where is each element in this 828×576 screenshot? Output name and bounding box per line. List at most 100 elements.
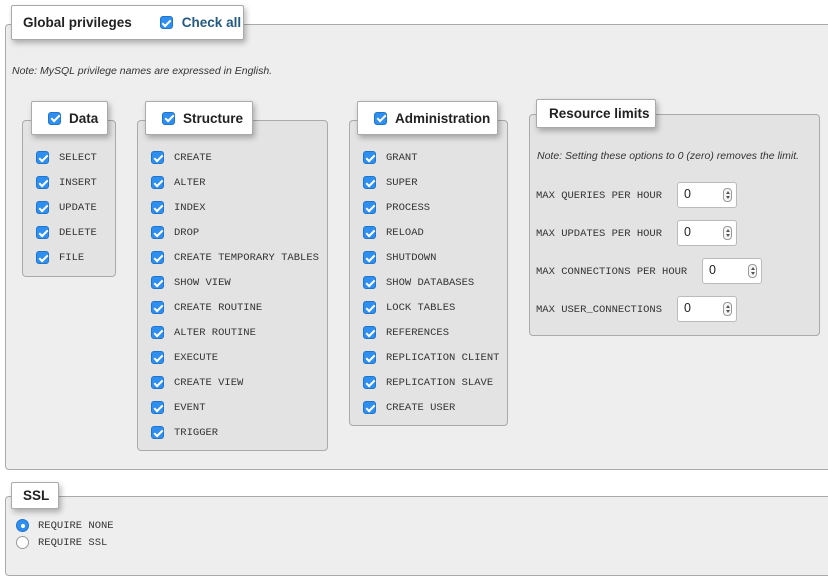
privilege-create-routine[interactable]: CREATE ROUTINE xyxy=(151,301,262,314)
privilege-label[interactable]: PROCESS xyxy=(386,202,430,214)
privilege-label[interactable]: SELECT xyxy=(59,152,97,164)
privilege-shutdown[interactable]: SHUTDOWN xyxy=(363,251,436,264)
privilege-replication-client[interactable]: REPLICATION CLIENT xyxy=(363,351,499,364)
privilege-index[interactable]: INDEX xyxy=(151,201,206,214)
privilege-create-temporary-tables[interactable]: CREATE TEMPORARY TABLES xyxy=(151,251,319,264)
resource-limit-value[interactable]: 0 xyxy=(684,187,691,201)
privilege-checkbox[interactable] xyxy=(36,201,49,214)
privilege-label[interactable]: REPLICATION SLAVE xyxy=(386,377,493,389)
privilege-label[interactable]: ALTER ROUTINE xyxy=(174,327,256,339)
privilege-label[interactable]: UPDATE xyxy=(59,202,97,214)
radio-label[interactable]: REQUIRE NONE xyxy=(38,520,114,532)
privilege-replication-slave[interactable]: REPLICATION SLAVE xyxy=(363,376,493,389)
privilege-checkbox[interactable] xyxy=(363,201,376,214)
privilege-references[interactable]: REFERENCES xyxy=(363,326,449,339)
privilege-checkbox[interactable] xyxy=(363,301,376,314)
privilege-label[interactable]: LOCK TABLES xyxy=(386,302,455,314)
privilege-checkbox[interactable] xyxy=(363,276,376,289)
privilege-label[interactable]: EVENT xyxy=(174,402,206,414)
privilege-grant[interactable]: GRANT xyxy=(363,151,418,164)
privilege-label[interactable]: REFERENCES xyxy=(386,327,449,339)
privilege-checkbox[interactable] xyxy=(36,176,49,189)
privilege-label[interactable]: RELOAD xyxy=(386,227,424,239)
privilege-label[interactable]: EXECUTE xyxy=(174,352,218,364)
privilege-checkbox[interactable] xyxy=(36,226,49,239)
privilege-label[interactable]: GRANT xyxy=(386,152,418,164)
privilege-lock-tables[interactable]: LOCK TABLES xyxy=(363,301,455,314)
privilege-checkbox[interactable] xyxy=(363,176,376,189)
privilege-checkbox[interactable] xyxy=(151,151,164,164)
privilege-alter-routine[interactable]: ALTER ROUTINE xyxy=(151,326,256,339)
radio-label[interactable]: REQUIRE SSL xyxy=(38,537,107,549)
number-spinner-icon[interactable] xyxy=(723,226,732,240)
privilege-event[interactable]: EVENT xyxy=(151,401,206,414)
privilege-checkbox[interactable] xyxy=(363,326,376,339)
privilege-super[interactable]: SUPER xyxy=(363,176,418,189)
administration-group-checkbox[interactable] xyxy=(374,111,387,125)
resource-limit-input-max-user-connections[interactable]: 0 xyxy=(677,296,737,322)
privilege-create-user[interactable]: CREATE USER xyxy=(363,401,455,414)
privilege-show-view[interactable]: SHOW VIEW xyxy=(151,276,231,289)
privilege-label[interactable]: CREATE USER xyxy=(386,402,455,414)
privilege-insert[interactable]: INSERT xyxy=(36,176,97,189)
privilege-checkbox[interactable] xyxy=(151,326,164,339)
check-all-checkbox[interactable] xyxy=(159,16,173,29)
privilege-alter[interactable]: ALTER xyxy=(151,176,206,189)
privilege-checkbox[interactable] xyxy=(151,376,164,389)
data-group-checkbox[interactable] xyxy=(48,111,61,125)
radio-button[interactable] xyxy=(16,519,29,532)
privilege-checkbox[interactable] xyxy=(151,426,164,439)
privilege-checkbox[interactable] xyxy=(363,376,376,389)
privilege-checkbox[interactable] xyxy=(36,251,49,264)
privilege-process[interactable]: PROCESS xyxy=(363,201,430,214)
privilege-update[interactable]: UPDATE xyxy=(36,201,97,214)
privilege-checkbox[interactable] xyxy=(363,151,376,164)
privilege-label[interactable]: FILE xyxy=(59,252,84,264)
privilege-delete[interactable]: DELETE xyxy=(36,226,97,239)
privilege-checkbox[interactable] xyxy=(36,151,49,164)
privilege-execute[interactable]: EXECUTE xyxy=(151,351,218,364)
privilege-checkbox[interactable] xyxy=(151,176,164,189)
privilege-checkbox[interactable] xyxy=(151,201,164,214)
structure-group-checkbox[interactable] xyxy=(162,111,175,125)
privilege-checkbox[interactable] xyxy=(363,351,376,364)
privilege-checkbox[interactable] xyxy=(151,226,164,239)
resource-limit-value[interactable]: 0 xyxy=(684,225,691,239)
privilege-label[interactable]: DROP xyxy=(174,227,199,239)
privilege-show-databases[interactable]: SHOW DATABASES xyxy=(363,276,474,289)
privilege-checkbox[interactable] xyxy=(151,276,164,289)
privilege-label[interactable]: CREATE VIEW xyxy=(174,377,243,389)
radio-button[interactable] xyxy=(16,536,29,549)
privilege-checkbox[interactable] xyxy=(151,401,164,414)
privilege-label[interactable]: SUPER xyxy=(386,177,418,189)
number-spinner-icon[interactable] xyxy=(723,302,732,316)
privilege-create-view[interactable]: CREATE VIEW xyxy=(151,376,243,389)
resource-limit-value[interactable]: 0 xyxy=(684,301,691,315)
privilege-label[interactable]: TRIGGER xyxy=(174,427,218,439)
ssl-option-require-none[interactable]: REQUIRE NONE xyxy=(16,519,114,532)
privilege-label[interactable]: SHOW VIEW xyxy=(174,277,231,289)
privilege-trigger[interactable]: TRIGGER xyxy=(151,426,218,439)
privilege-checkbox[interactable] xyxy=(363,226,376,239)
privilege-label[interactable]: INDEX xyxy=(174,202,206,214)
privilege-label[interactable]: DELETE xyxy=(59,227,97,239)
number-spinner-icon[interactable] xyxy=(723,188,732,202)
resource-limit-input-max-queries-per-hour[interactable]: 0 xyxy=(677,182,737,208)
ssl-option-require-ssl[interactable]: REQUIRE SSL xyxy=(16,536,107,549)
resource-limit-value[interactable]: 0 xyxy=(709,263,716,277)
privilege-reload[interactable]: RELOAD xyxy=(363,226,424,239)
privilege-label[interactable]: CREATE TEMPORARY TABLES xyxy=(174,252,319,264)
privilege-checkbox[interactable] xyxy=(151,351,164,364)
privilege-label[interactable]: CREATE ROUTINE xyxy=(174,302,262,314)
privilege-label[interactable]: SHOW DATABASES xyxy=(386,277,474,289)
privilege-label[interactable]: SHUTDOWN xyxy=(386,252,436,264)
privilege-checkbox[interactable] xyxy=(151,251,164,264)
privilege-file[interactable]: FILE xyxy=(36,251,84,264)
privilege-label[interactable]: INSERT xyxy=(59,177,97,189)
privilege-select[interactable]: SELECT xyxy=(36,151,97,164)
resource-limit-input-max-updates-per-hour[interactable]: 0 xyxy=(677,220,737,246)
privilege-checkbox[interactable] xyxy=(151,301,164,314)
resource-limit-input-max-connections-per-hour[interactable]: 0 xyxy=(702,258,762,284)
privilege-checkbox[interactable] xyxy=(363,401,376,414)
privilege-checkbox[interactable] xyxy=(363,251,376,264)
